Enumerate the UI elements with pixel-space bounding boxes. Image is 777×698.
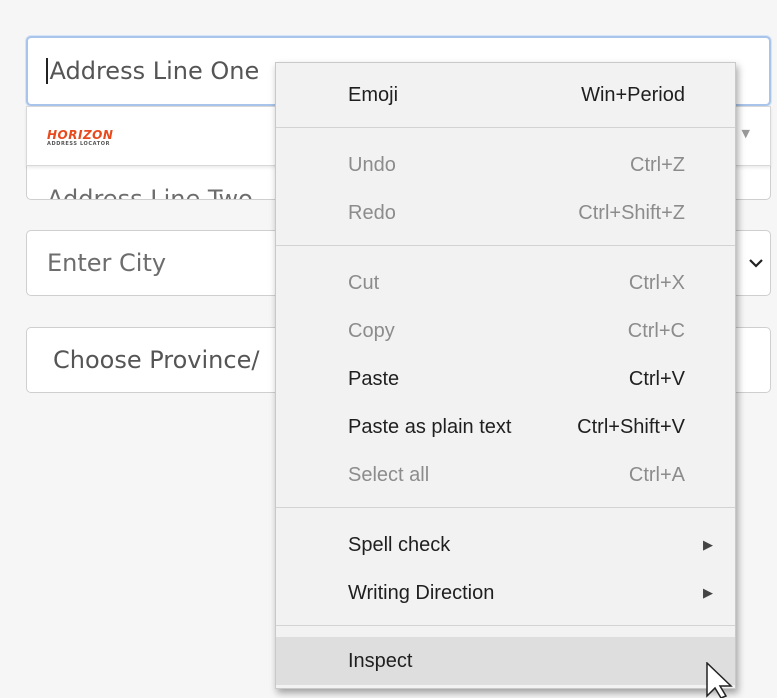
mouse-pointer-icon bbox=[706, 662, 733, 698]
horizon-logo: HORIZON ADDRESS LOCATOR bbox=[47, 129, 113, 147]
menu-item-emoji[interactable]: Emoji Win+Period bbox=[276, 71, 735, 119]
menu-item-label: Undo bbox=[348, 153, 396, 176]
menu-separator bbox=[276, 625, 735, 626]
province-select-label: Choose Province/ bbox=[53, 346, 260, 374]
menu-item-shortcut: Ctrl+A bbox=[628, 463, 685, 486]
submenu-arrow-icon: ▶ bbox=[703, 537, 713, 552]
menu-item-shortcut: Win+Period bbox=[581, 83, 685, 106]
horizon-logo-subtext: ADDRESS LOCATOR bbox=[47, 141, 111, 147]
menu-item-label: Spell check bbox=[348, 533, 451, 556]
submenu-arrow-icon: ▶ bbox=[703, 585, 713, 600]
menu-item-label: Writing Direction bbox=[348, 581, 495, 604]
menu-item-label: Redo bbox=[348, 201, 396, 224]
menu-item-shortcut: Ctrl+Shift+V bbox=[577, 415, 685, 438]
menu-item-label: Emoji bbox=[348, 83, 399, 106]
menu-item-shortcut: Ctrl+Z bbox=[630, 153, 685, 176]
menu-item-undo[interactable]: Undo Ctrl+Z bbox=[276, 141, 735, 189]
menu-item-label: Paste bbox=[348, 367, 400, 390]
menu-item-label: Cut bbox=[348, 271, 380, 294]
address-line-one-placeholder: Address Line One bbox=[49, 57, 260, 85]
chevron-down-icon[interactable] bbox=[748, 253, 764, 274]
city-placeholder: Enter City bbox=[47, 249, 167, 277]
menu-item-redo[interactable]: Redo Ctrl+Shift+Z bbox=[276, 189, 735, 237]
menu-item-label: Select all bbox=[348, 463, 430, 486]
menu-item-copy[interactable]: Copy Ctrl+C bbox=[276, 307, 735, 355]
menu-item-paste[interactable]: Paste Ctrl+V bbox=[276, 355, 735, 403]
menu-item-shortcut: Ctrl+Shift+Z bbox=[578, 201, 685, 224]
menu-item-label: Inspect bbox=[348, 649, 413, 672]
text-caret bbox=[46, 58, 48, 84]
menu-item-label: Paste as plain text bbox=[348, 415, 512, 438]
menu-separator bbox=[276, 507, 735, 508]
dropdown-arrow-icon[interactable]: ▼ bbox=[742, 127, 750, 140]
menu-item-label: Copy bbox=[348, 319, 395, 342]
menu-separator bbox=[276, 245, 735, 246]
horizon-logo-text: HORIZON bbox=[47, 128, 114, 142]
menu-item-shortcut: Ctrl+C bbox=[627, 319, 685, 342]
menu-item-writing-direction[interactable]: Writing Direction ▶ bbox=[276, 569, 735, 617]
context-menu: Emoji Win+Period Undo Ctrl+Z Redo Ctrl+S… bbox=[275, 62, 736, 689]
menu-item-inspect[interactable]: Inspect bbox=[276, 637, 735, 685]
menu-item-shortcut: Ctrl+X bbox=[628, 271, 685, 294]
menu-separator bbox=[276, 127, 735, 128]
menu-item-select-all[interactable]: Select all Ctrl+A bbox=[276, 451, 735, 499]
address-line-two-placeholder: Address Line Two bbox=[47, 185, 253, 200]
menu-item-paste-plain-text[interactable]: Paste as plain text Ctrl+Shift+V bbox=[276, 403, 735, 451]
menu-item-cut[interactable]: Cut Ctrl+X bbox=[276, 259, 735, 307]
menu-item-shortcut: Ctrl+V bbox=[628, 367, 685, 390]
menu-item-spell-check[interactable]: Spell check ▶ bbox=[276, 521, 735, 569]
